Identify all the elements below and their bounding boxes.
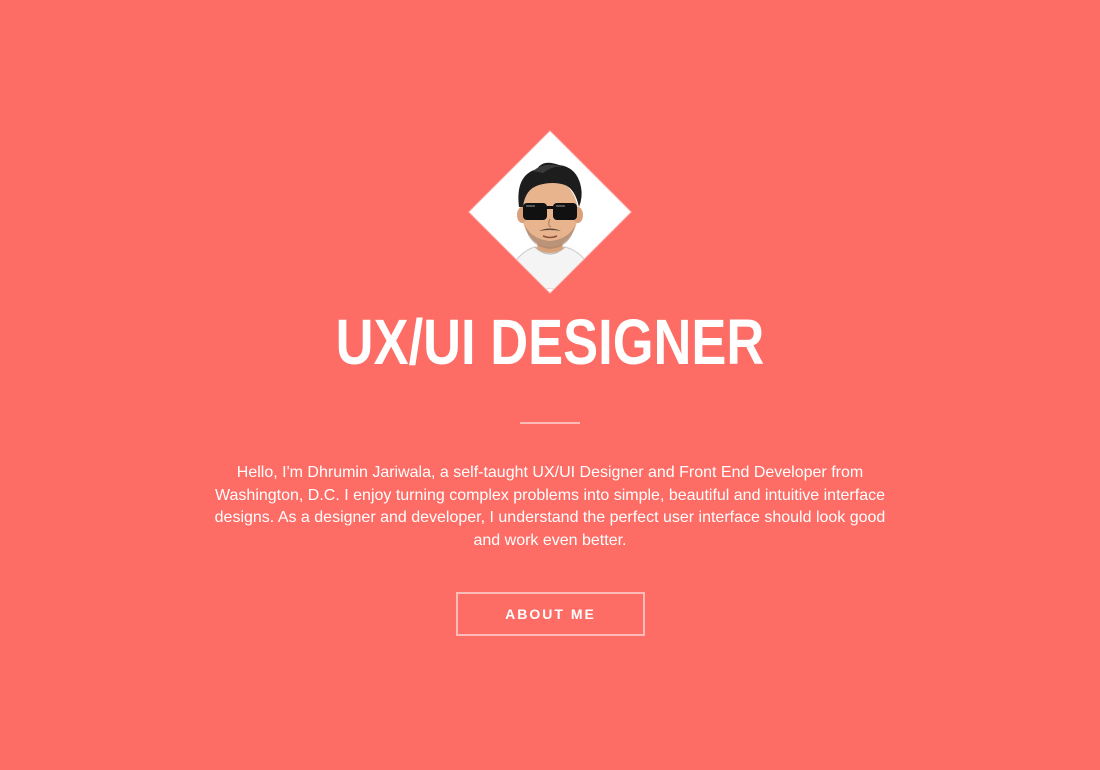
avatar-illustration-icon: [473, 135, 627, 289]
intro-paragraph: Hello, I'm Dhrumin Jariwala, a self-taug…: [214, 464, 886, 549]
avatar: [469, 131, 631, 293]
hero-section: UX/UI DESIGNER Hello, I'm Dhrumin Jariwa…: [0, 0, 1100, 770]
title-divider: [520, 422, 580, 424]
about-me-button[interactable]: ABOUT ME: [456, 592, 645, 636]
page-title: UX/UI DESIGNER: [335, 306, 765, 378]
